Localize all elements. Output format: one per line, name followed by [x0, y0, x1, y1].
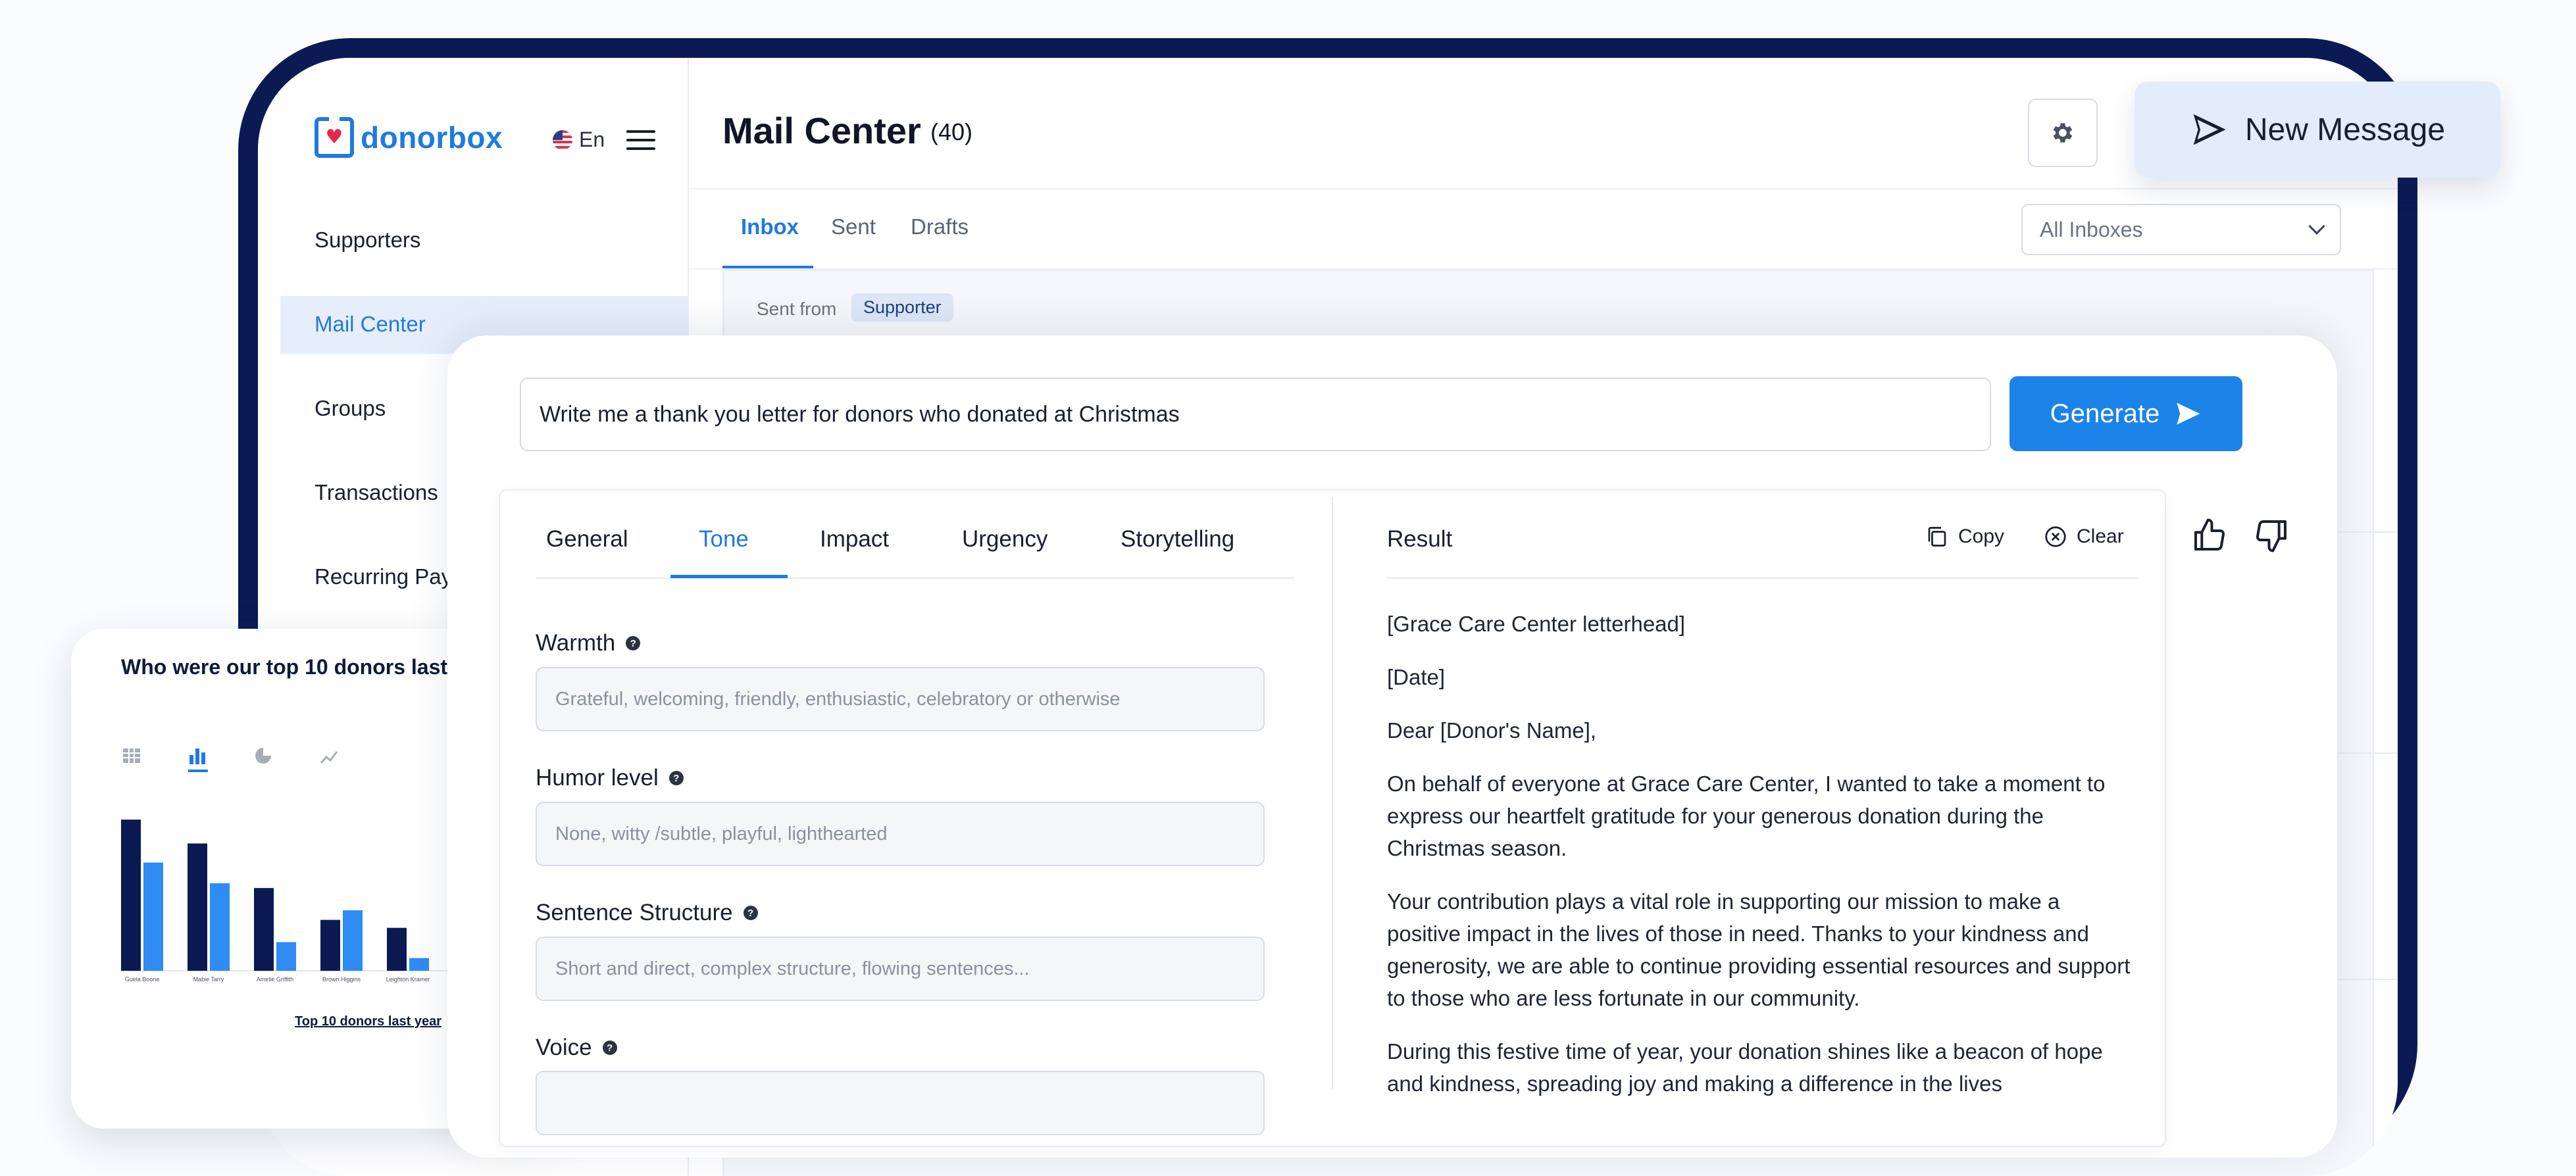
sentence-structure-label-text: Sentence Structure — [536, 900, 733, 925]
voice-label: Voice ? — [536, 1035, 617, 1061]
menu-icon[interactable] — [626, 130, 655, 156]
result-paragraph: [Grace Care Center letterhead] — [1387, 612, 1686, 636]
donorbox-logo[interactable]: ♥ donorbox — [315, 114, 503, 158]
page-title: Mail Center — [722, 110, 921, 151]
new-message-button[interactable]: New Message — [2134, 82, 2500, 178]
chart-bar — [188, 843, 207, 971]
sentence-structure-input[interactable] — [536, 937, 1265, 1001]
line-chart-icon[interactable] — [316, 739, 342, 766]
header-divider — [689, 188, 2398, 189]
warmth-label: Warmth ? — [536, 630, 641, 656]
tab-general[interactable]: General — [546, 526, 628, 552]
result-paragraph: Your contribution plays a vital role in … — [1387, 889, 2131, 1010]
logo-icon: ♥ — [315, 114, 354, 158]
result-paragraph: Dear [Donor's Name], — [1387, 718, 1597, 743]
chart-bar — [121, 820, 141, 971]
thumbs-up-icon[interactable] — [2191, 517, 2228, 554]
help-icon[interactable]: ? — [602, 1041, 617, 1055]
sidebar-item-mail-center[interactable]: Mail Center — [315, 312, 426, 337]
sentence-structure-label: Sentence Structure ? — [536, 900, 758, 926]
table-view-icon[interactable] — [118, 739, 145, 766]
sidebar-item-supporters[interactable]: Supporters — [315, 228, 420, 253]
options-tabs-divider — [536, 577, 1295, 579]
tab-tone[interactable]: Tone — [699, 526, 749, 552]
warmth-label-text: Warmth — [536, 630, 616, 656]
chart-view-active-indicator — [188, 770, 208, 772]
copy-icon — [1928, 527, 1946, 547]
generate-label: Generate — [2050, 399, 2160, 428]
copy-button[interactable]: Copy — [1925, 525, 2004, 549]
send-icon — [2177, 403, 2200, 425]
tab-drafts[interactable]: Drafts — [911, 214, 969, 239]
message-count: (40) — [930, 118, 973, 145]
tab-inbox[interactable]: Inbox — [741, 214, 799, 239]
settings-button[interactable] — [2028, 99, 2098, 167]
help-icon[interactable]: ? — [743, 906, 758, 920]
result-title: Result — [1387, 526, 1453, 552]
logo-text: donorbox — [361, 120, 503, 155]
sidebar-item-transactions[interactable]: Transactions — [315, 480, 438, 505]
x-tick-label: Leighton Kramer — [386, 976, 430, 983]
clear-label: Clear — [2077, 526, 2124, 547]
tab-storytelling[interactable]: Storytelling — [1121, 526, 1234, 552]
x-tick-label: Brown Higgins — [322, 976, 361, 983]
thumbs-down-icon[interactable] — [2253, 517, 2290, 554]
chart-bar — [276, 942, 296, 971]
chart-bar — [387, 927, 407, 971]
status-badge: Supporter — [851, 293, 953, 322]
card-divider — [1332, 497, 1333, 1089]
voice-label-text: Voice — [536, 1035, 592, 1060]
help-icon[interactable]: ? — [626, 636, 641, 650]
chart-bar — [254, 888, 274, 971]
chart-bar — [409, 958, 429, 971]
x-tick-label: Mabie Tarry — [193, 976, 224, 983]
chart-bar — [210, 883, 230, 971]
us-flag-icon — [553, 130, 572, 150]
x-tick-label: Amelie Griffith — [257, 976, 293, 983]
result-divider — [1387, 577, 2138, 579]
sidebar-item-recurring-payments[interactable]: Recurring Pay — [315, 564, 452, 589]
humor-level-input[interactable] — [536, 802, 1265, 866]
x-tick-label: Guela Boone — [125, 976, 160, 983]
sent-from-label: Sent from — [757, 299, 837, 319]
bar-chart-icon[interactable] — [184, 739, 211, 766]
result-paragraph: [Date] — [1387, 665, 1446, 689]
language-label: En — [579, 128, 605, 151]
inbox-filter-select[interactable]: All Inboxes — [2021, 204, 2341, 255]
help-icon[interactable]: ? — [669, 771, 684, 785]
chart-bar — [320, 919, 340, 971]
chart-view-switcher — [118, 739, 342, 766]
chart-caption[interactable]: Top 10 donors last year — [295, 1014, 442, 1029]
chart-bar — [343, 910, 363, 971]
sidebar-item-groups[interactable]: Groups — [315, 396, 386, 421]
clear-button[interactable]: Clear — [2044, 525, 2124, 549]
clear-icon — [2045, 526, 2066, 547]
new-message-label: New Message — [2244, 112, 2446, 147]
chevron-down-icon — [2308, 218, 2325, 235]
tab-active-indicator — [670, 575, 788, 578]
warmth-input[interactable] — [536, 667, 1265, 731]
voice-input[interactable] — [536, 1071, 1265, 1135]
tab-urgency[interactable]: Urgency — [962, 526, 1048, 552]
chart-question: Who were our top 10 donors last y — [121, 655, 465, 679]
copy-label: Copy — [1958, 526, 2005, 547]
tab-sent[interactable]: Sent — [831, 214, 876, 239]
result-paragraph: On behalf of everyone at Grace Care Cent… — [1387, 772, 2106, 860]
language-selector[interactable]: En — [553, 128, 605, 152]
result-text: [Grace Care Center letterhead] [Date] De… — [1387, 608, 2131, 1121]
humor-level-label: Humor level ? — [536, 765, 684, 791]
chart-bar — [143, 862, 163, 971]
gear-icon — [2053, 123, 2073, 143]
tab-impact[interactable]: Impact — [820, 526, 889, 552]
generate-button[interactable]: Generate — [2009, 376, 2242, 451]
send-icon — [2193, 114, 2226, 145]
humor-level-label-text: Humor level — [536, 765, 659, 791]
prompt-input[interactable] — [520, 378, 1991, 451]
inbox-filter-value: All Inboxes — [2040, 217, 2143, 241]
pie-chart-icon[interactable] — [250, 739, 276, 766]
result-paragraph: During this festive time of year, your d… — [1387, 1039, 2103, 1096]
